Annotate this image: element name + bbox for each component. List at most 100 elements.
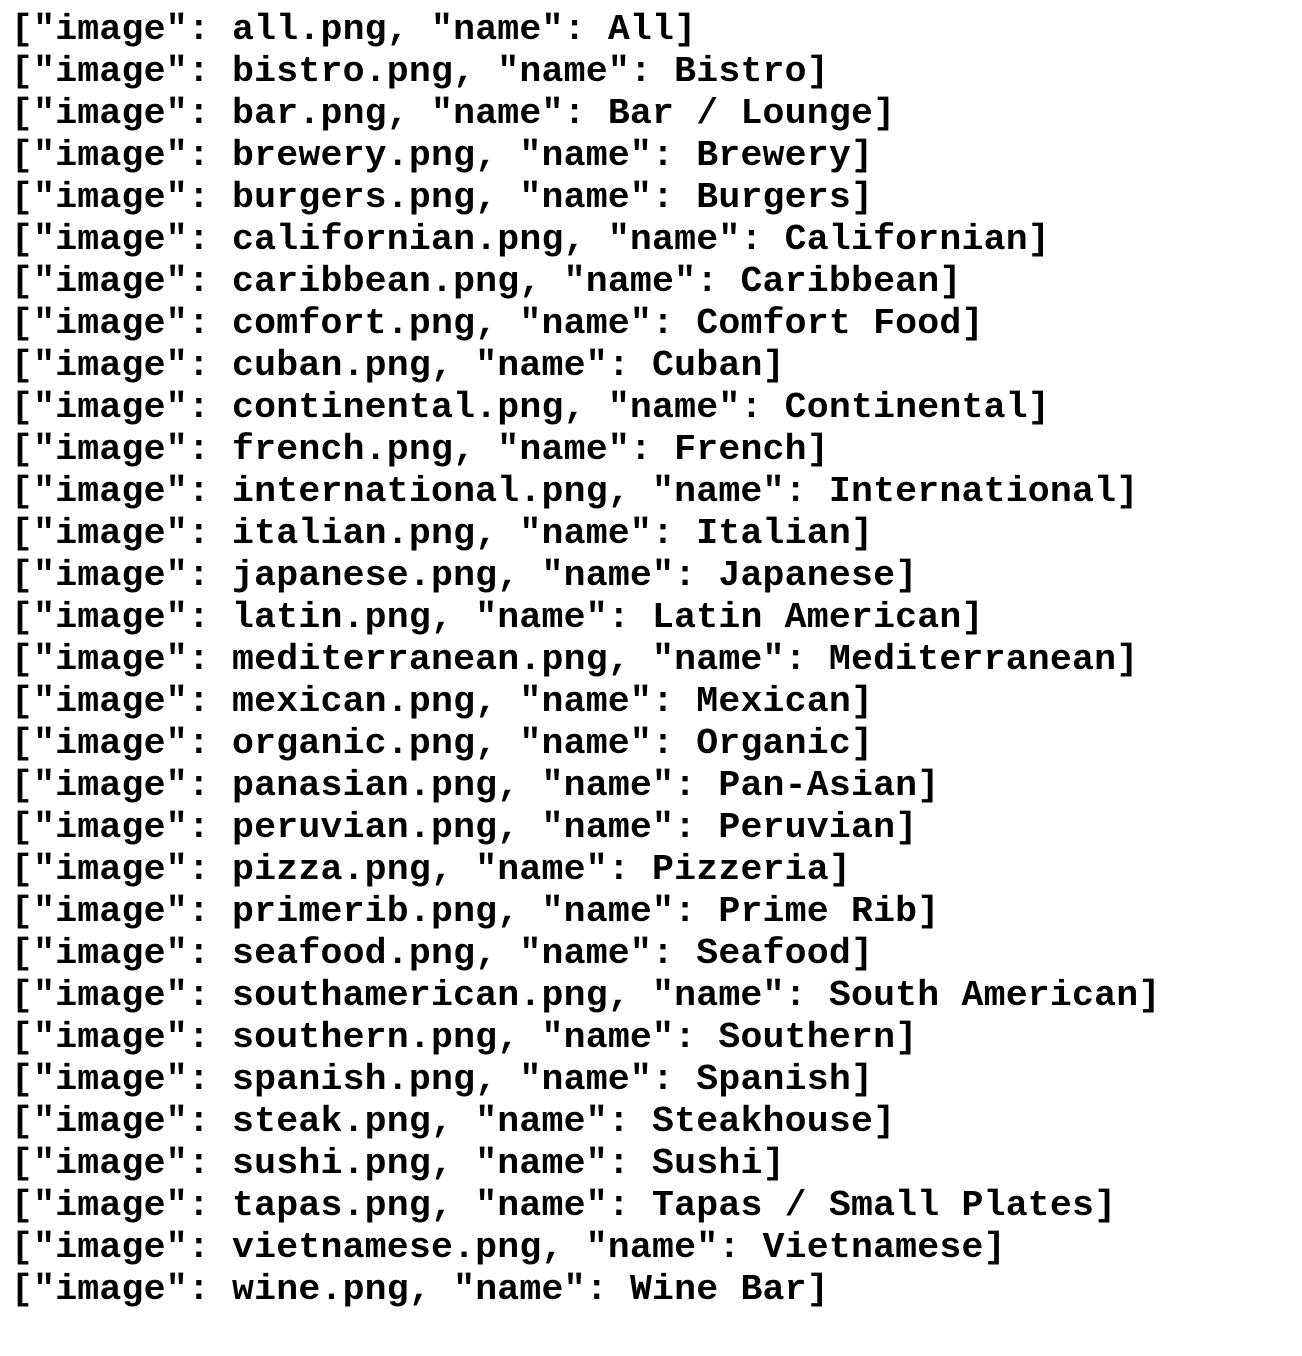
category-name: Spanish — [696, 1059, 851, 1100]
category-name: Continental — [784, 387, 1028, 428]
row-separator: , "name": — [408, 1269, 630, 1310]
listing-row: ["image": wine.png, "name": Wine Bar] — [11, 1269, 1160, 1311]
row-separator: , "name": — [497, 807, 719, 848]
category-name: South American — [828, 975, 1139, 1016]
category-name: Seafood — [696, 933, 851, 974]
row-separator: , "name": — [453, 51, 675, 92]
row-suffix: ] — [1116, 471, 1139, 512]
row-suffix: ] — [917, 891, 940, 932]
row-suffix: ] — [873, 93, 896, 134]
listing-row: ["image": southamerican.png, "name": Sou… — [11, 975, 1160, 1017]
image-filename: panasian.png — [232, 765, 498, 806]
row-prefix: ["image": — [11, 177, 233, 218]
listing-row: ["image": steak.png, "name": Steakhouse] — [11, 1101, 1160, 1143]
row-separator: , "name": — [607, 639, 829, 680]
row-prefix: ["image": — [11, 345, 233, 386]
row-suffix: ] — [762, 345, 785, 386]
listing-row: ["image": panasian.png, "name": Pan-Asia… — [11, 765, 1160, 807]
row-separator: , "name": — [475, 513, 697, 554]
image-filename: peruvian.png — [232, 807, 498, 848]
row-prefix: ["image": — [11, 807, 233, 848]
listing-row: ["image": international.png, "name": Int… — [11, 471, 1160, 513]
category-name: Prime Rib — [718, 891, 918, 932]
row-separator: , "name": — [430, 849, 653, 890]
row-separator: , "name": — [563, 387, 785, 428]
image-filename: primerib.png — [232, 891, 498, 932]
row-separator: , "name": — [386, 93, 608, 134]
row-prefix: ["image": — [11, 1227, 233, 1268]
listing-row: ["image": southern.png, "name": Southern… — [11, 1017, 1160, 1059]
row-suffix: ] — [873, 1101, 896, 1142]
row-separator: , "name": — [475, 1059, 697, 1100]
row-separator: , "name": — [519, 261, 741, 302]
image-filename: sushi.png — [232, 1143, 431, 1184]
row-separator: , "name": — [607, 975, 829, 1016]
row-separator: , "name": — [430, 345, 653, 386]
image-filename: tapas.png — [232, 1185, 431, 1226]
row-separator: , "name": — [497, 555, 719, 596]
row-suffix: ] — [850, 723, 874, 764]
image-filename: mediterranean.png — [232, 639, 608, 680]
category-name: Steakhouse — [652, 1101, 874, 1142]
image-filename: southamerican.png — [232, 975, 608, 1016]
listing-row: ["image": sushi.png, "name": Sushi] — [11, 1143, 1160, 1185]
row-separator: , "name": — [541, 1227, 763, 1268]
row-prefix: ["image": — [11, 135, 233, 176]
image-filename: bar.png — [232, 93, 387, 134]
category-name: Mexican — [696, 681, 851, 722]
row-suffix: ] — [983, 1227, 1006, 1268]
category-name: Bar / Lounge — [607, 93, 874, 134]
listing-row: ["image": caribbean.png, "name": Caribbe… — [11, 261, 1160, 303]
category-name: Mediterranean — [828, 639, 1117, 680]
category-name: Tapas / Small Plates — [652, 1185, 1095, 1226]
category-name: Italian — [696, 513, 851, 554]
row-suffix: ] — [939, 261, 962, 302]
row-separator: , "name": — [386, 9, 608, 50]
listing-row: ["image": californian.png, "name": Calif… — [11, 219, 1160, 261]
image-filename: californian.png — [232, 219, 564, 260]
row-prefix: ["image": — [11, 429, 233, 470]
category-name: Sushi — [652, 1143, 763, 1184]
row-separator: , "name": — [475, 723, 697, 764]
row-prefix: ["image": — [11, 597, 233, 638]
image-filename: italian.png — [232, 513, 476, 554]
image-filename: brewery.png — [232, 135, 476, 176]
image-filename: pizza.png — [232, 849, 431, 890]
image-filename: mexican.png — [232, 681, 476, 722]
category-name: Peruvian — [718, 807, 896, 848]
row-prefix: ["image": — [11, 555, 233, 596]
row-separator: , "name": — [475, 933, 697, 974]
row-suffix: ] — [850, 681, 874, 722]
category-name: Japanese — [718, 555, 896, 596]
row-separator: , "name": — [430, 597, 653, 638]
row-prefix: ["image": — [11, 639, 233, 680]
row-separator: , "name": — [475, 177, 697, 218]
row-separator: , "name": — [563, 219, 785, 260]
row-separator: , "name": — [475, 681, 697, 722]
row-suffix: ] — [961, 597, 984, 638]
image-filename: steak.png — [232, 1101, 431, 1142]
row-prefix: ["image": — [11, 975, 233, 1016]
row-prefix: ["image": — [11, 51, 233, 92]
image-filename: caribbean.png — [232, 261, 520, 302]
row-suffix: ] — [895, 807, 918, 848]
listing-row: ["image": japanese.png, "name": Japanese… — [11, 555, 1160, 597]
row-prefix: ["image": — [11, 1143, 233, 1184]
listing-row: ["image": bar.png, "name": Bar / Lounge] — [11, 93, 1160, 135]
listing-row: ["image": continental.png, "name": Conti… — [11, 387, 1160, 429]
row-suffix: ] — [850, 513, 874, 554]
row-suffix: ] — [1027, 219, 1050, 260]
row-prefix: ["image": — [11, 681, 233, 722]
image-filename: spanish.png — [232, 1059, 476, 1100]
listing-row: ["image": pizza.png, "name": Pizzeria] — [11, 849, 1160, 891]
row-suffix: ] — [850, 933, 874, 974]
category-name: Southern — [718, 1017, 896, 1058]
image-filename: burgers.png — [232, 177, 476, 218]
category-name: All — [607, 9, 675, 50]
listing-row: ["image": latin.png, "name": Latin Ameri… — [11, 597, 1160, 639]
row-separator: , "name": — [453, 429, 675, 470]
row-suffix: ] — [917, 765, 940, 806]
row-separator: , "name": — [497, 891, 719, 932]
row-suffix: ] — [806, 429, 829, 470]
row-suffix: ] — [961, 303, 984, 344]
